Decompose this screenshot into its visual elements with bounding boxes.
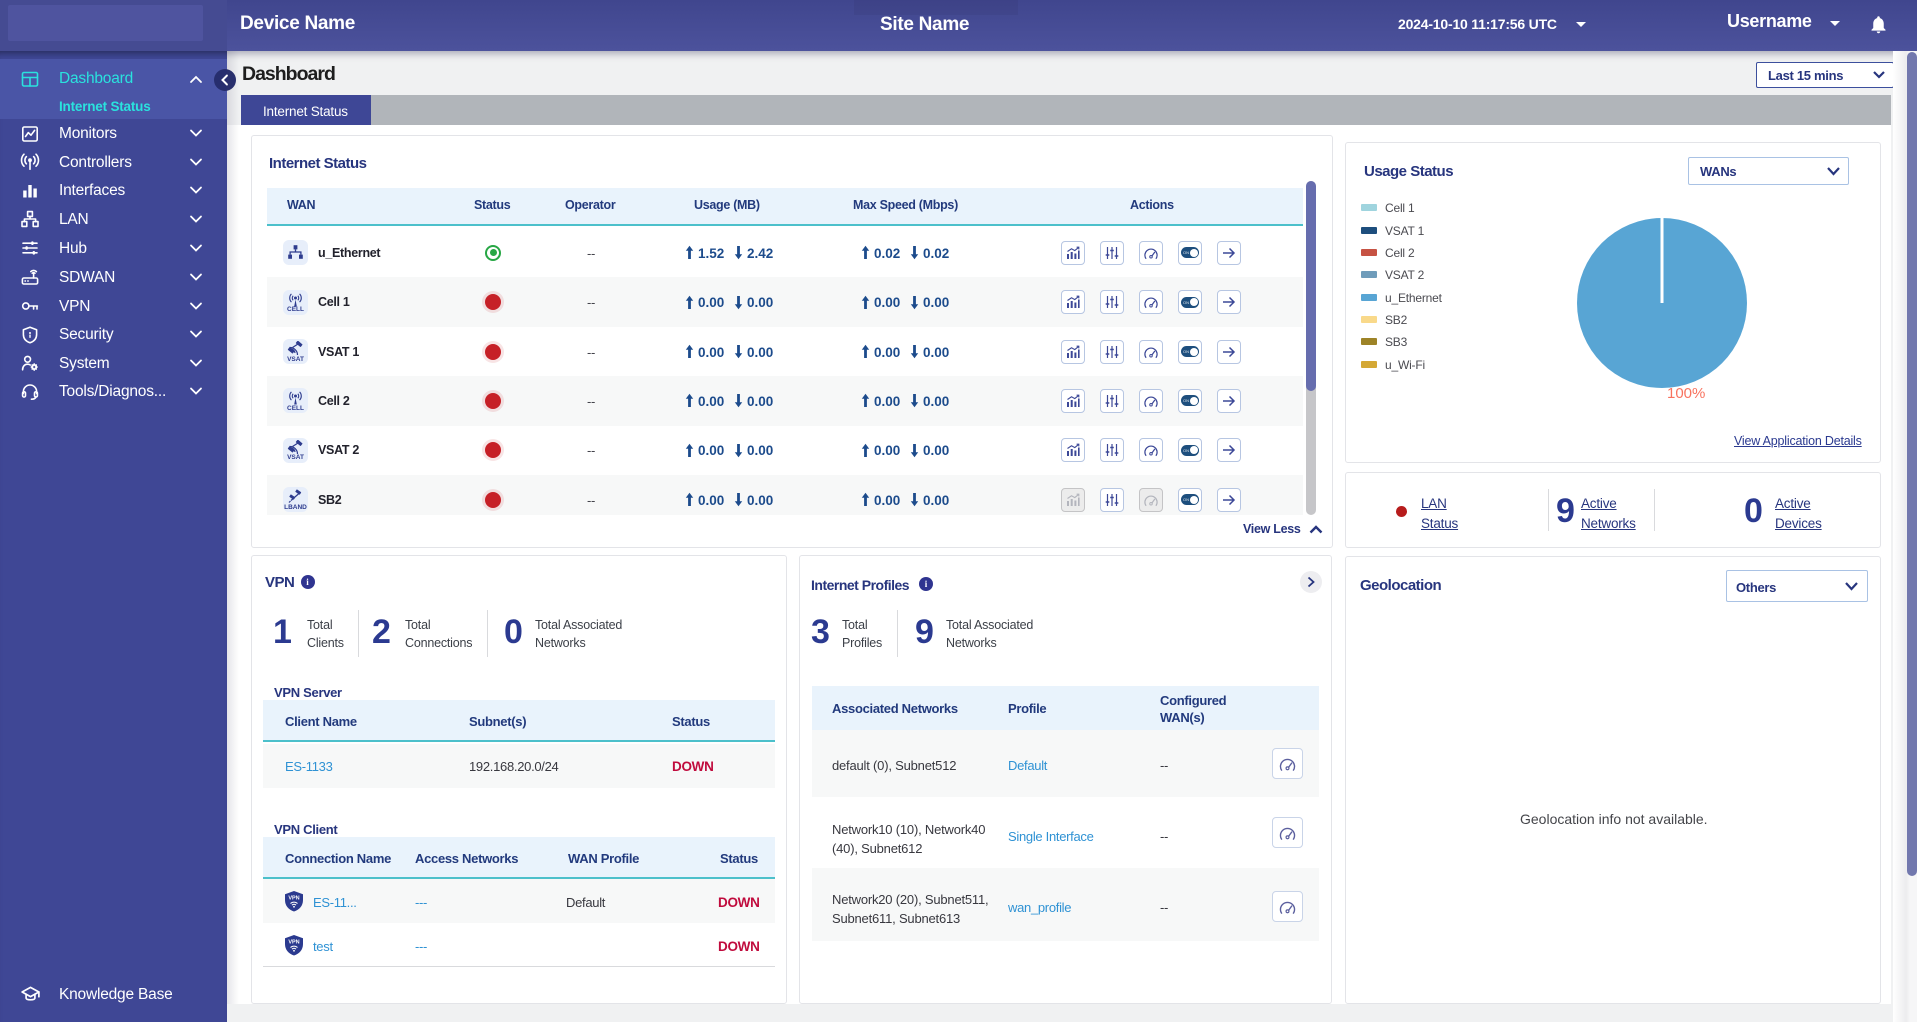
svg-text:VPN: VPN <box>288 940 299 946</box>
svg-text:VPN: VPN <box>288 896 299 902</box>
